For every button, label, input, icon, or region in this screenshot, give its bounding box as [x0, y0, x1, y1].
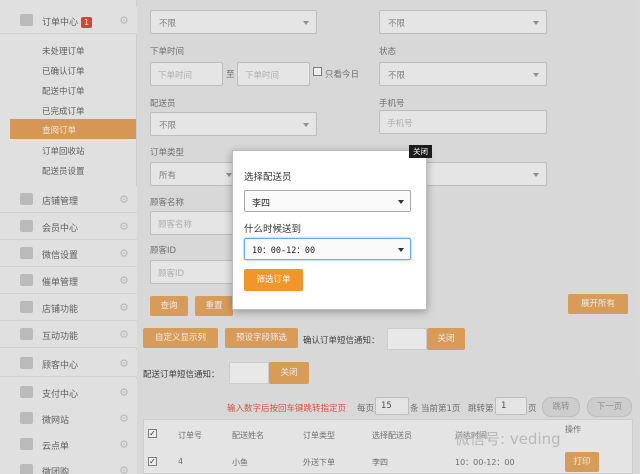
choose-deliverer-label: 选择配送员 [244, 172, 292, 183]
filter-orders-button[interactable]: 筛选订单 [244, 269, 303, 291]
delivery-time-label: 什么时候送到 [244, 224, 302, 235]
modal-delivery-time-select[interactable]: 10：00-12：00 [244, 238, 411, 260]
modal-deliverer-select[interactable]: 李四 [244, 190, 411, 212]
deliverer-modal: 选择配送员 李四 什么时候送到 10：00-12：00 筛选订单 [232, 150, 427, 310]
modal-close-button[interactable]: 关闭 [409, 145, 432, 158]
